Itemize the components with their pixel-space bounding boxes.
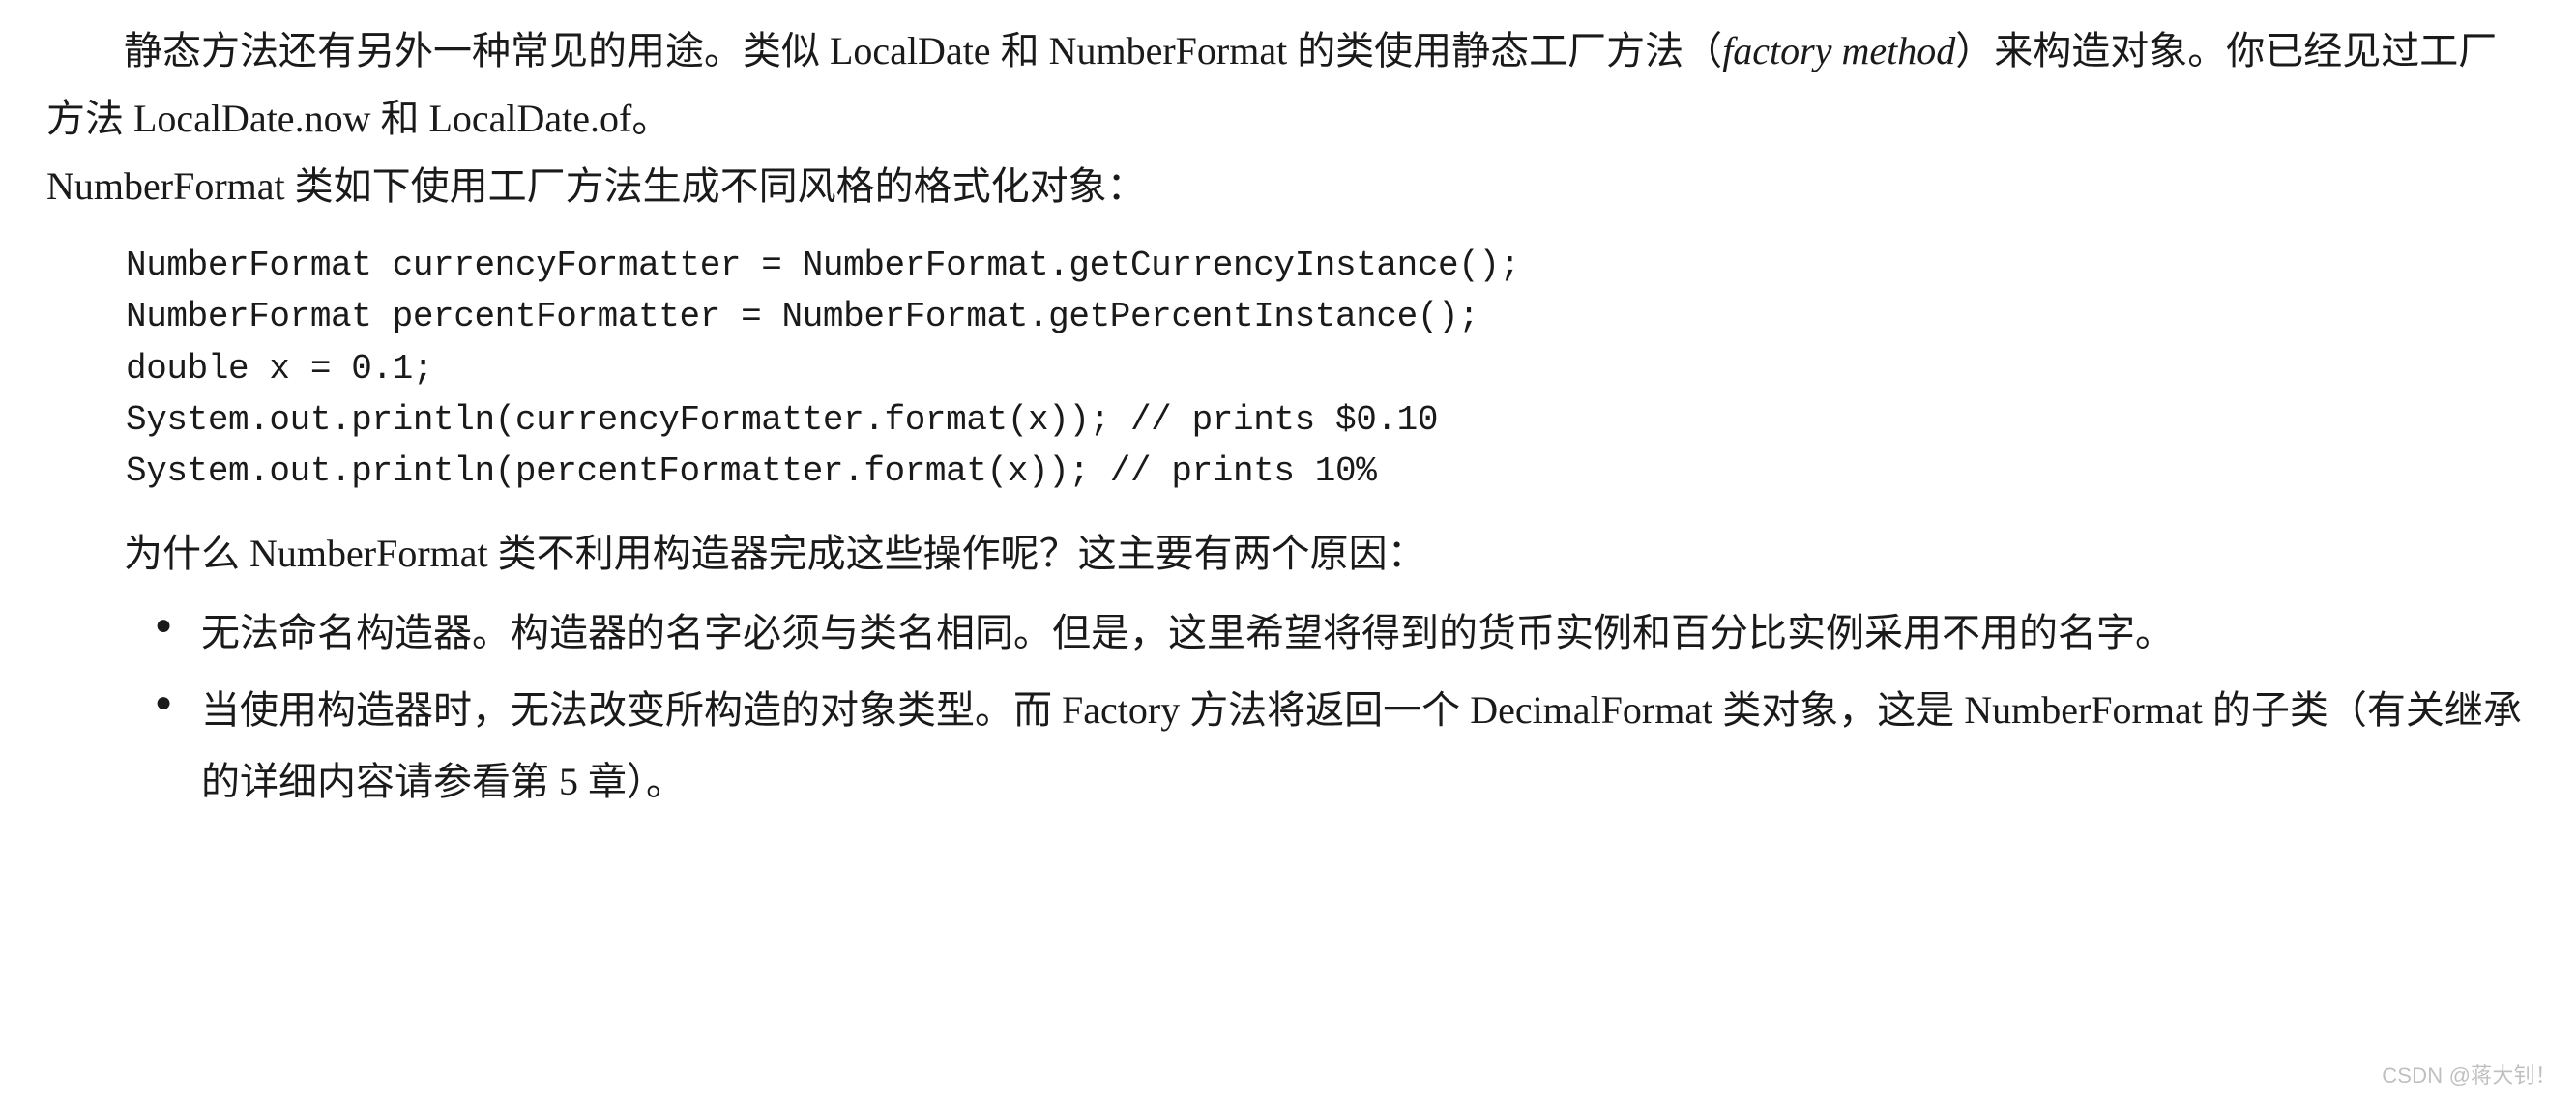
intro-paragraph: 静态方法还有另外一种常见的用途。类似 LocalDate 和 NumberFor…	[46, 17, 2530, 220]
classname-numberformat: NumberFormat	[1049, 29, 1288, 72]
classname-numberformat-4: NumberFormat	[1964, 688, 2203, 732]
text: 类如下使用工厂方法生成不同风格的格式化对象：	[285, 164, 1146, 208]
list-item: 当使用构造器时，无法改变所构造的对象类型。而 Factory 方法将返回一个 D…	[46, 675, 2530, 818]
method-localdate-now: LocalDate.now	[133, 97, 370, 140]
code-line-4: System.out.println(currencyFormatter.for…	[126, 400, 1438, 440]
code-line-2: NumberFormat percentFormatter = NumberFo…	[126, 297, 1478, 336]
code-block: NumberFormat currencyFormatter = NumberF…	[126, 240, 2530, 497]
text: 静态方法还有另外一种常见的用途。类似	[124, 29, 830, 72]
text: 类不利用构造器完成这些操作呢？这主要有两个原因：	[488, 532, 1426, 575]
question-paragraph: 为什么 NumberFormat 类不利用构造器完成这些操作呢？这主要有两个原因…	[46, 520, 2530, 588]
text: 和	[370, 97, 428, 140]
text: 。	[631, 97, 670, 140]
text: 为什么	[124, 532, 249, 575]
text: 类对象，这是	[1712, 688, 1964, 732]
code-line-3: double x = 0.1;	[126, 349, 433, 389]
bullet-text: 无法命名构造器。构造器的名字必须与类名相同。但是，这里希望将得到的货币实例和百分…	[201, 611, 2174, 654]
text: 当使用构造器时，无法改变所构造的对象类型。而	[201, 688, 1062, 732]
code-line-5: System.out.println(percentFormatter.form…	[126, 451, 1376, 491]
bullet-list: 无法命名构造器。构造器的名字必须与类名相同。但是，这里希望将得到的货币实例和百分…	[46, 597, 2530, 818]
text: 和	[991, 29, 1049, 72]
classname-decimalformat: DecimalFormat	[1470, 688, 1712, 732]
code-line-1: NumberFormat currencyFormatter = NumberF…	[126, 246, 1520, 285]
text: 的类使用静态工厂方法（	[1287, 29, 1722, 72]
text: 方法将返回一个	[1180, 688, 1470, 732]
list-item: 无法命名构造器。构造器的名字必须与类名相同。但是，这里希望将得到的货币实例和百分…	[46, 597, 2530, 669]
classname-numberformat-3: NumberFormat	[249, 532, 488, 575]
method-localdate-of: LocalDate.of	[428, 97, 631, 140]
classname-numberformat-2: NumberFormat	[46, 164, 285, 208]
watermark: CSDN @蒋大钊！	[2382, 1057, 2557, 1095]
term-factory-method: factory method	[1722, 29, 1955, 72]
term-factory: Factory	[1062, 688, 1180, 732]
classname-localdate: LocalDate	[830, 29, 991, 72]
